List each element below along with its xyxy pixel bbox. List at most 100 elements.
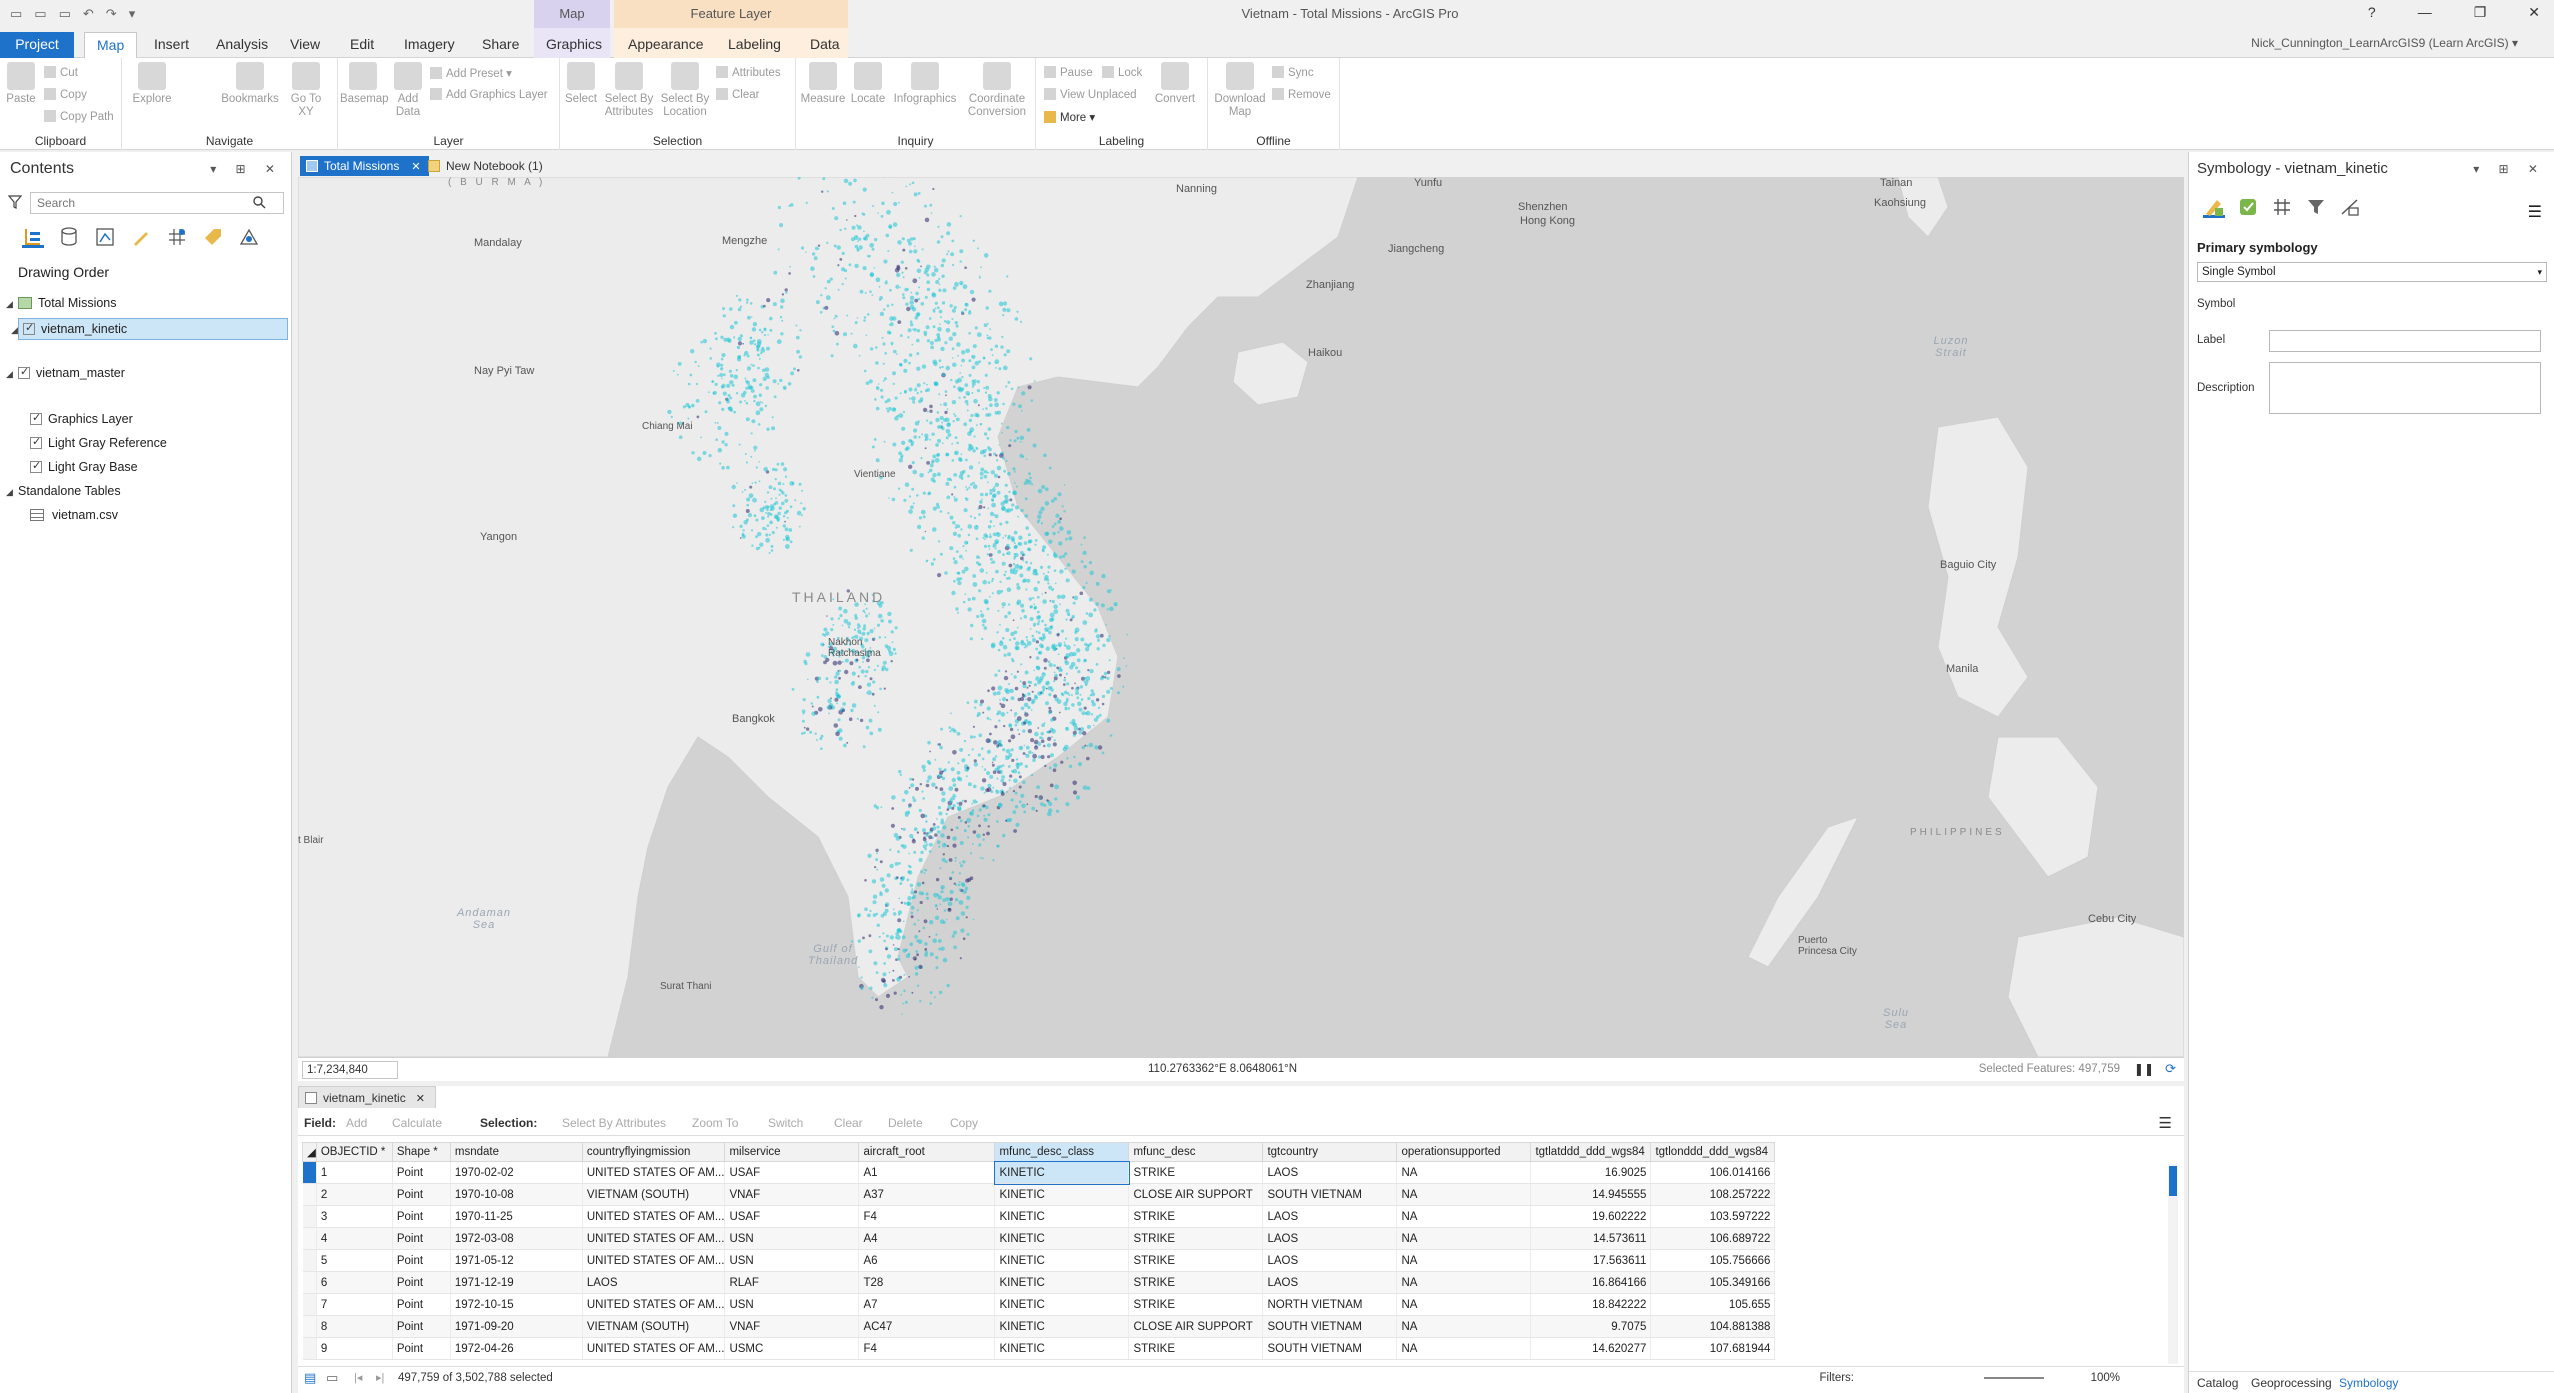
table-cell[interactable]: SOUTH VIETNAM <box>1262 1315 1398 1338</box>
table-zoom-level[interactable]: 100% <box>2091 1372 2120 1384</box>
tab-edit[interactable]: Edit <box>338 32 386 58</box>
table-cell[interactable]: 14.620277 <box>1530 1337 1652 1360</box>
row-selector-header[interactable]: ◢ <box>302 1142 317 1162</box>
table-row[interactable]: 2 Point 1970-10-08 VIETNAM (SOUTH) VNAF A37 KI… <box>302 1183 1776 1206</box>
table-cell[interactable]: USN <box>724 1249 860 1272</box>
switch-button[interactable]: Switch <box>768 1116 803 1130</box>
view-unplaced-button[interactable]: View Unplaced <box>1044 88 1137 101</box>
select-button[interactable]: Select <box>564 62 598 106</box>
column-header[interactable]: Shape * <box>391 1142 451 1162</box>
redo-icon[interactable]: ↷ <box>106 6 117 22</box>
delete-button[interactable]: Delete <box>888 1116 923 1130</box>
table-cell[interactable]: Point <box>392 1337 451 1360</box>
close-button[interactable]: ✕ <box>2528 4 2540 21</box>
table-cell[interactable]: T28 <box>858 1271 996 1294</box>
previous-record-icon[interactable]: |◂ <box>354 1371 362 1384</box>
download-map-button[interactable]: Download Map <box>1212 62 1268 119</box>
map-view[interactable]: Nanning Yunfu Shenzhen Hong Kong Tainan … <box>298 177 2184 1057</box>
pause-labeling-button[interactable]: Pause <box>1044 66 1093 79</box>
toc-light-gray-base[interactable]: Light Gray Base <box>30 459 138 474</box>
advanced-symbology-icon[interactable] <box>2339 196 2361 218</box>
tab-symbology[interactable]: Symbology <box>2339 1376 2398 1390</box>
select-by-attributes-table-button[interactable]: Select By Attributes <box>562 1116 666 1130</box>
table-cell[interactable]: KINETIC <box>994 1315 1130 1338</box>
table-cell[interactable]: LAOS <box>1262 1227 1398 1250</box>
row-selector[interactable] <box>302 1183 317 1206</box>
measure-button[interactable]: Measure <box>800 62 846 106</box>
table-cell[interactable]: USN <box>724 1227 860 1250</box>
restore-button[interactable]: ❐ <box>2474 4 2487 21</box>
table-cell[interactable]: RLAF <box>724 1271 860 1294</box>
clear-table-selection-button[interactable]: Clear <box>834 1116 863 1130</box>
label-input[interactable] <box>2269 330 2541 352</box>
table-cell[interactable]: 1970-02-02 <box>450 1161 583 1184</box>
perspective-imagery-icon[interactable] <box>238 226 260 248</box>
minimize-button[interactable]: — <box>2418 4 2432 21</box>
tab-catalog[interactable]: Catalog <box>2197 1376 2238 1390</box>
add-graphics-layer-button[interactable]: Add Graphics Layer <box>430 88 548 101</box>
next-record-icon[interactable]: ▸| <box>376 1371 384 1384</box>
convert-button[interactable]: Convert <box>1152 62 1198 106</box>
clear-selection-button[interactable]: Clear <box>716 88 759 101</box>
table-cell[interactable]: SOUTH VIETNAM <box>1262 1337 1398 1360</box>
table-row[interactable]: 3 Point 1970-11-25 UNITED STATES OF AM... US… <box>302 1205 1776 1228</box>
table-cell[interactable]: KINETIC <box>994 1337 1130 1360</box>
table-cell[interactable]: KINETIC <box>994 1271 1130 1294</box>
save-icon[interactable]: ▭ <box>59 6 71 22</box>
column-header[interactable]: mfunc_desc_class <box>994 1142 1130 1162</box>
table-cell[interactable]: 1971-09-20 <box>450 1315 583 1338</box>
symbol-layer-drawing-icon[interactable] <box>2271 196 2293 218</box>
data-source-icon[interactable] <box>58 226 80 248</box>
table-cell[interactable]: A7 <box>858 1293 996 1316</box>
toc-light-gray-reference[interactable]: Light Gray Reference <box>30 435 167 450</box>
help-button[interactable]: ? <box>2368 4 2376 21</box>
table-cell[interactable]: KINETIC <box>994 1249 1130 1272</box>
table-cell[interactable]: UNITED STATES OF AM... <box>582 1161 726 1184</box>
table-menu-icon[interactable]: ☰ <box>2159 1114 2172 1132</box>
add-field-button[interactable]: Add <box>346 1116 367 1130</box>
table-row[interactable]: 7 Point 1972-10-15 UNITED STATES OF AM... US… <box>302 1293 1776 1316</box>
editing-icon[interactable] <box>130 226 152 248</box>
table-cell[interactable]: CLOSE AIR SUPPORT <box>1128 1315 1264 1338</box>
table-cell[interactable]: NA <box>1396 1161 1532 1184</box>
table-cell[interactable]: 9 <box>316 1337 393 1360</box>
column-header[interactable]: msndate <box>449 1142 583 1162</box>
table-cell[interactable]: 14.945555 <box>1530 1183 1652 1206</box>
column-header[interactable]: OBJECTID * <box>315 1142 393 1162</box>
table-cell[interactable]: Point <box>392 1271 451 1294</box>
layer-visibility-checkbox[interactable] <box>30 435 42 449</box>
table-cell[interactable]: Point <box>392 1227 451 1250</box>
table-cell[interactable]: NA <box>1396 1293 1532 1316</box>
map-scale-select[interactable]: 1:7,234,840 <box>302 1061 398 1079</box>
toc-layer-vietnam-kinetic[interactable]: ◢vietnam_kinetic <box>11 318 288 340</box>
copy-rows-button[interactable]: Copy <box>950 1116 978 1130</box>
copy-path-button[interactable]: Copy Path <box>44 110 114 123</box>
copy-button[interactable]: Copy <box>44 88 87 101</box>
table-cell[interactable]: A37 <box>858 1183 996 1206</box>
remove-button[interactable]: Remove <box>1272 88 1331 101</box>
tab-geoprocessing[interactable]: Geoprocessing <box>2251 1376 2332 1390</box>
zoom-slider[interactable] <box>1984 1377 2044 1379</box>
table-cell[interactable]: UNITED STATES OF AM... <box>582 1205 726 1228</box>
table-cell[interactable]: NA <box>1396 1337 1532 1360</box>
row-selector[interactable] <box>302 1227 317 1250</box>
more-labeling-button[interactable]: More ▾ <box>1044 110 1095 124</box>
toc-graphics-layer[interactable]: Graphics Layer <box>30 411 133 426</box>
selection-list-icon[interactable] <box>94 226 116 248</box>
close-tab-icon[interactable]: ✕ <box>416 1093 425 1105</box>
cut-button[interactable]: Cut <box>44 66 78 79</box>
table-cell[interactable]: 8 <box>316 1315 393 1338</box>
table-cell[interactable]: NA <box>1396 1315 1532 1338</box>
pane-controls[interactable]: ▾ ⊞ ✕ <box>210 152 283 186</box>
toc-map-total-missions[interactable]: ◢ Total Missions <box>6 296 117 310</box>
table-cell[interactable]: 2 <box>316 1183 393 1206</box>
tab-share[interactable]: Share <box>470 32 531 58</box>
toc-table-vietnam-csv[interactable]: vietnam.csv <box>30 508 118 522</box>
tab-data[interactable]: Data <box>798 32 852 58</box>
table-vertical-scrollbar[interactable] <box>2168 1164 2178 1364</box>
lock-labeling-button[interactable]: Lock <box>1102 66 1142 79</box>
row-selector[interactable] <box>302 1205 317 1228</box>
drawing-order-icon[interactable] <box>22 226 44 248</box>
table-cell[interactable]: 105.349166 <box>1650 1271 1776 1294</box>
table-cell[interactable]: UNITED STATES OF AM... <box>582 1227 726 1250</box>
